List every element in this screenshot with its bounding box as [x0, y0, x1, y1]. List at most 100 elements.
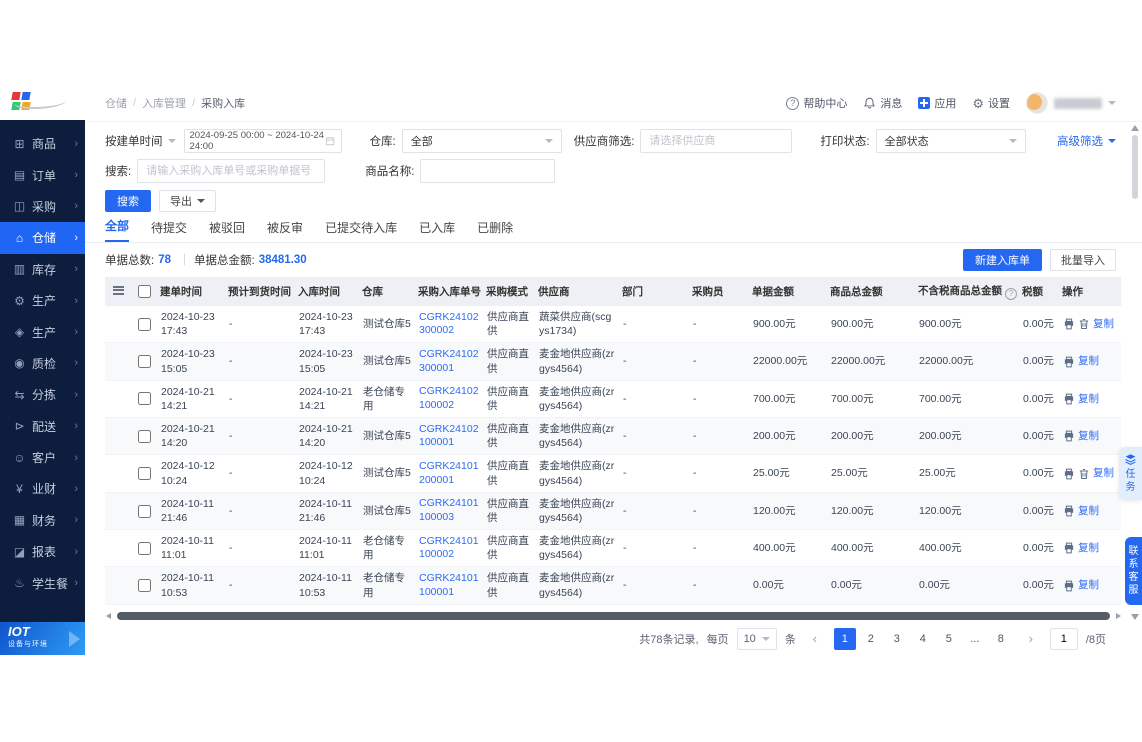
print-icon[interactable] [1063, 393, 1075, 405]
supplier-filter-input[interactable] [640, 129, 793, 153]
order-no-link[interactable]: CGRK24102100002 [419, 385, 479, 412]
print-icon[interactable] [1063, 356, 1075, 368]
sidebar-item[interactable]: ⇆ 分拣 › [0, 379, 85, 410]
scroll-down-icon[interactable] [1131, 614, 1139, 620]
cell-buyer: - [689, 380, 749, 419]
row-checkbox[interactable] [137, 541, 151, 555]
copy-link[interactable]: 复制 [1078, 429, 1099, 443]
search-button[interactable]: 搜索 [105, 190, 151, 212]
page-button[interactable]: 8 [989, 627, 1012, 650]
sidebar-item[interactable]: ▦ 财务 › [0, 505, 85, 536]
copy-link[interactable]: 复制 [1078, 541, 1099, 555]
select-all-checkbox[interactable] [137, 285, 151, 298]
per-page-select[interactable]: 10 [736, 627, 777, 650]
status-tab[interactable]: 待提交 [151, 219, 187, 242]
page-jump-input[interactable] [1049, 627, 1078, 650]
sidebar-item[interactable]: ⌂ 仓储 › [0, 222, 85, 254]
print-icon[interactable] [1063, 318, 1075, 330]
prev-page-button[interactable]: ‹ [804, 628, 826, 650]
order-no-link[interactable]: CGRK24101200001 [419, 460, 479, 487]
sidebar-item[interactable]: ◈ 生产 › [0, 316, 85, 347]
delete-icon[interactable] [1078, 318, 1090, 330]
row-checkbox[interactable] [137, 579, 151, 593]
sidebar-item[interactable]: ◉ 质检 › [0, 348, 85, 379]
row-checkbox[interactable] [137, 392, 151, 406]
row-checkbox[interactable] [137, 317, 151, 331]
order-no-link[interactable]: CGRK24101000005 [419, 609, 479, 610]
row-checkbox[interactable] [137, 504, 151, 518]
vertical-scrollbar-thumb[interactable] [1132, 135, 1138, 199]
sidebar-item[interactable]: ▤ 订单 › [0, 159, 85, 190]
batch-import-button[interactable]: 批量导入 [1050, 249, 1116, 271]
page-button[interactable]: 4 [911, 627, 934, 650]
breadcrumb-item[interactable]: 入库管理 [142, 95, 186, 111]
date-type-select[interactable]: 按建单时间 [105, 133, 176, 149]
print-status-select[interactable]: 全部状态 [875, 129, 1026, 153]
page-button[interactable]: 3 [885, 627, 908, 650]
task-floating-button[interactable]: 任务 [1119, 447, 1142, 500]
sidebar-item[interactable]: ◪ 报表 › [0, 536, 85, 567]
copy-link[interactable]: 复制 [1093, 317, 1114, 331]
row-checkbox[interactable] [137, 429, 151, 443]
row-checkbox[interactable] [137, 467, 151, 481]
breadcrumb-item[interactable]: 仓储 [105, 95, 127, 111]
warehouse-select[interactable]: 全部 [401, 129, 562, 153]
apps-button[interactable]: 应用 [918, 95, 956, 111]
product-name-input[interactable] [420, 159, 556, 183]
status-tab[interactable]: 已入库 [419, 219, 455, 242]
page-button[interactable]: 2 [859, 627, 882, 650]
search-input[interactable] [137, 159, 326, 183]
breadcrumb-item[interactable]: 采购入库 [201, 95, 245, 111]
advanced-filter-button[interactable]: 高级筛选 [1057, 133, 1116, 149]
status-tab[interactable]: 已提交待入库 [325, 219, 397, 242]
sidebar-item[interactable]: ♨ 学生餐 › [0, 567, 85, 598]
order-no-link[interactable]: CGRK24102300001 [419, 348, 479, 375]
settings-button[interactable]: ⚙ 设置 [972, 95, 1010, 111]
status-tab[interactable]: 全部 [105, 217, 130, 242]
scroll-left-icon[interactable] [106, 613, 111, 619]
print-icon[interactable] [1063, 580, 1075, 592]
copy-link[interactable]: 复制 [1078, 392, 1099, 406]
info-icon[interactable]: ? [1005, 288, 1017, 300]
horizontal-scrollbar-thumb[interactable] [117, 612, 1110, 620]
status-tab[interactable]: 被驳回 [209, 219, 245, 242]
print-icon[interactable] [1063, 505, 1075, 517]
date-range-picker[interactable]: 2024-09-25 00:00 ~ 2024-10-24 24:00 [183, 129, 342, 153]
sidebar-item[interactable]: ▥ 库存 › [0, 254, 85, 285]
order-no-link[interactable]: CGRK24101100001 [419, 572, 479, 599]
customer-service-button[interactable]: 联系客服 [1125, 537, 1142, 605]
print-icon[interactable] [1063, 468, 1075, 480]
page-button[interactable]: 1 [833, 627, 856, 650]
copy-link[interactable]: 复制 [1078, 354, 1099, 368]
row-checkbox[interactable] [137, 355, 151, 369]
new-inbound-button[interactable]: 新建入库单 [963, 249, 1042, 271]
rows-icon[interactable] [112, 285, 124, 295]
order-no-link[interactable]: CGRK24102100001 [419, 423, 479, 450]
sidebar-item[interactable]: ⊳ 配送 › [0, 411, 85, 442]
delete-icon[interactable] [1078, 468, 1090, 480]
copy-link[interactable]: 复制 [1093, 466, 1114, 480]
sidebar-item[interactable]: ¥ 业财 › [0, 473, 85, 504]
status-tab[interactable]: 已删除 [477, 219, 513, 242]
order-no-link[interactable]: CGRK24102300002 [419, 311, 479, 338]
copy-link[interactable]: 复制 [1078, 504, 1099, 518]
status-tab[interactable]: 被反审 [267, 219, 303, 242]
page-button[interactable]: ... [963, 627, 986, 650]
print-icon[interactable] [1063, 542, 1075, 554]
sidebar-item[interactable]: ◫ 采购 › [0, 191, 85, 222]
sidebar-item[interactable]: ☺ 客户 › [0, 442, 85, 473]
next-page-button[interactable]: › [1020, 628, 1042, 650]
help-center-button[interactable]: ? 帮助中心 [786, 95, 847, 111]
user-menu[interactable] [1026, 92, 1116, 114]
page-button[interactable]: 5 [937, 627, 960, 650]
scroll-right-icon[interactable] [1116, 613, 1121, 619]
order-no-link[interactable]: CGRK24101100003 [419, 497, 479, 524]
sidebar-item[interactable]: ⊞ 商品 › [0, 128, 85, 159]
scroll-up-icon[interactable] [1131, 125, 1139, 131]
order-no-link[interactable]: CGRK24101100002 [419, 535, 479, 562]
copy-link[interactable]: 复制 [1078, 578, 1099, 592]
sidebar-item[interactable]: ⚙ 生产 › [0, 285, 85, 316]
print-icon[interactable] [1063, 430, 1075, 442]
export-button[interactable]: 导出 [159, 190, 216, 212]
messages-button[interactable]: 消息 [863, 95, 902, 111]
